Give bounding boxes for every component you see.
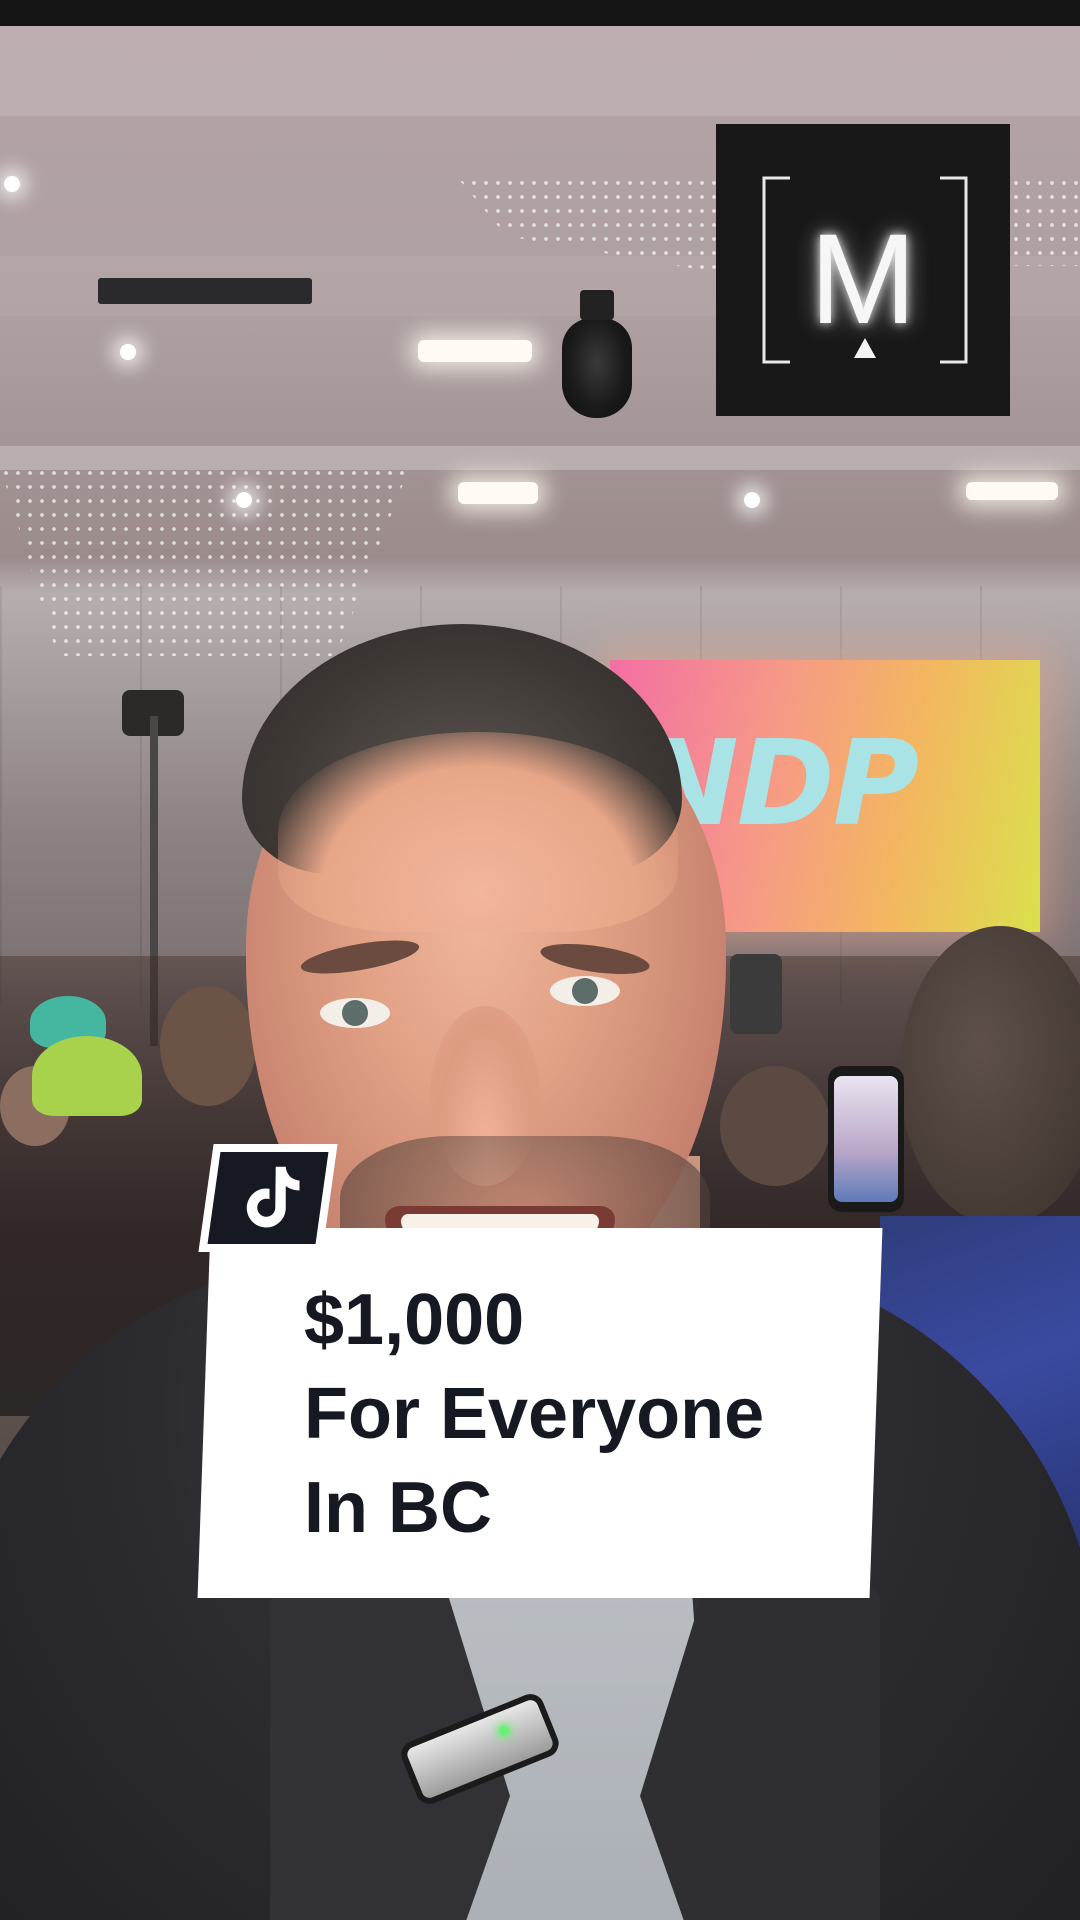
presenter-eye (320, 998, 390, 1028)
caption-line-location: In BC (304, 1468, 492, 1548)
channel-logo: M (716, 124, 1010, 416)
top-status-bar (0, 0, 1080, 26)
presenter-eye (550, 976, 620, 1006)
caption-line-audience: For Everyone (304, 1374, 765, 1454)
caption-line-amount: $1,000 (304, 1280, 525, 1360)
tiktok-note-icon (246, 1166, 300, 1228)
channel-logo-letter: M (809, 208, 917, 351)
mic-status-light (497, 1724, 511, 1738)
presenter-forehead (278, 732, 678, 932)
